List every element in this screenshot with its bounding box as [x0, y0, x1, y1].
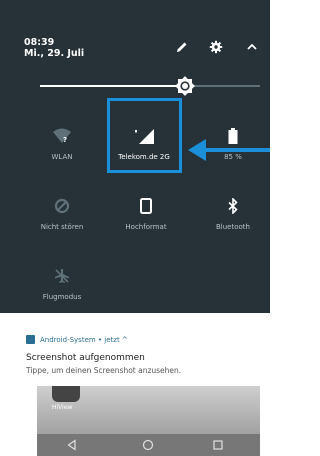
tile-label: Bluetooth — [216, 223, 250, 231]
airplane-icon — [22, 262, 102, 290]
date-label: Mi., 29. Juli — [24, 48, 85, 59]
tile-wlan[interactable]: ? WLAN — [22, 122, 102, 184]
svg-text:?: ? — [63, 136, 67, 144]
settings-icon[interactable] — [206, 37, 226, 57]
tile-orientation[interactable]: Hochformat — [106, 192, 186, 254]
tile-bluetooth[interactable]: Bluetooth — [193, 192, 273, 254]
notification-app-name: Android-System • jetzt ^ — [40, 336, 128, 344]
tile-label: Hochformat — [125, 223, 167, 231]
notification-text: Tippe, um deinen Screenshot anzusehen. — [26, 366, 182, 375]
do-not-disturb-icon — [22, 192, 102, 220]
tile-do-not-disturb[interactable]: Nicht stören — [22, 192, 102, 254]
image-icon — [26, 335, 35, 344]
portrait-icon — [106, 192, 186, 220]
annotation-arrow-icon — [188, 139, 270, 161]
preview-app-label: HiView — [52, 404, 73, 411]
tile-label: Flugmodus — [42, 293, 82, 301]
app-icon — [52, 386, 80, 402]
back-icon[interactable] — [60, 434, 84, 456]
wifi-question-icon: ? — [22, 122, 102, 150]
collapse-icon[interactable] — [242, 37, 262, 57]
bluetooth-icon — [193, 192, 273, 220]
notification-title: Screenshot aufgenommen — [26, 353, 145, 363]
brightness-fill — [40, 85, 185, 87]
recent-apps-icon[interactable] — [206, 434, 230, 456]
home-icon[interactable] — [136, 434, 160, 456]
clock-time: 08:39 — [24, 37, 55, 48]
highlight-box — [107, 98, 182, 173]
brightness-thumb-icon[interactable] — [174, 75, 196, 97]
edit-icon[interactable] — [172, 37, 192, 57]
